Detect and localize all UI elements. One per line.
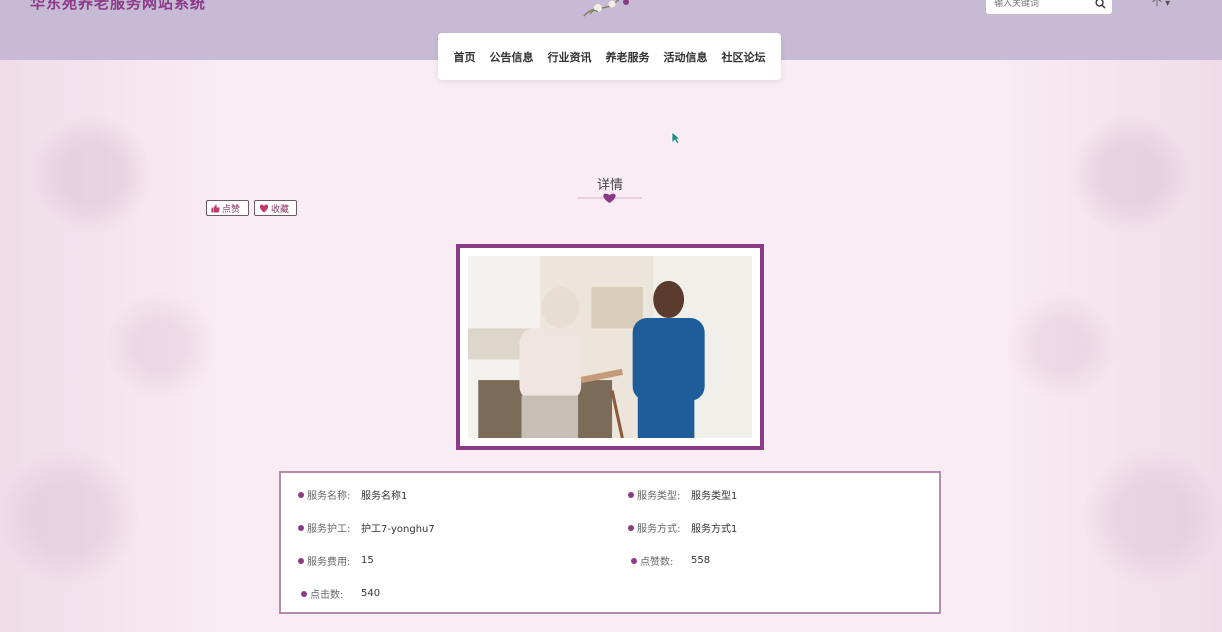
- favorite-button[interactable]: 收藏: [254, 200, 297, 216]
- floral-background-right: [992, 60, 1222, 632]
- search-box: [986, 0, 1112, 14]
- detail-value: 服务名称1: [361, 491, 408, 502]
- cursor-icon: [671, 131, 681, 145]
- site-title: 华东苑养老服务网站系统: [30, 0, 207, 12]
- detail-service-name: 服务名称: 服务名称1: [298, 487, 407, 502]
- bullet-icon: [298, 491, 304, 498]
- service-image-frame: [456, 244, 764, 450]
- service-photo: [468, 256, 752, 439]
- like-button-label: 点赞: [222, 204, 241, 215]
- bullet-icon: [631, 557, 637, 564]
- detail-label: 点赞数:: [640, 557, 674, 568]
- search-icon[interactable]: [1095, 0, 1106, 9]
- nav-item-forum[interactable]: 社区论坛: [715, 49, 773, 65]
- heart-divider-icon: [577, 193, 642, 203]
- detail-clicks: 点击数: 540: [301, 586, 380, 601]
- nav-item-elderly-services[interactable]: 养老服务: [599, 49, 657, 65]
- thumbs-up-icon: [211, 203, 220, 213]
- nav-item-activities[interactable]: 活动信息: [657, 49, 715, 65]
- bullet-icon: [298, 524, 304, 531]
- like-button[interactable]: 点赞: [206, 200, 249, 216]
- bullet-icon: [298, 557, 304, 564]
- detail-label: 服务护工:: [307, 524, 351, 535]
- detail-label: 服务类型:: [637, 491, 681, 502]
- detail-value: 服务类型1: [691, 491, 738, 502]
- service-details-panel: 服务名称: 服务名称1 服务类型: 服务类型1 服务护工: 护工7-yonghu…: [279, 471, 941, 614]
- detail-value: 540: [361, 588, 381, 599]
- bullet-icon: [628, 491, 634, 498]
- nav-item-home[interactable]: 首页: [447, 49, 483, 65]
- floral-logo-icon[interactable]: [580, 0, 642, 20]
- detail-label: 服务名称:: [307, 491, 351, 502]
- detail-nurse: 服务护工: 护工7-yonghu7: [298, 520, 435, 535]
- detail-value: 服务方式1: [691, 524, 738, 535]
- favorite-button-label: 收藏: [271, 204, 290, 215]
- detail-label: 服务方式:: [637, 524, 681, 535]
- detail-service-method: 服务方式: 服务方式1: [628, 520, 737, 535]
- detail-label: 点击数:: [310, 590, 344, 601]
- user-menu[interactable]: 个 ▾: [1152, 0, 1170, 9]
- nav-item-announcements[interactable]: 公告信息: [483, 49, 541, 65]
- search-input[interactable]: [992, 0, 1092, 10]
- detail-fee: 服务费用: 15: [298, 553, 374, 568]
- floral-background-left: [0, 60, 230, 632]
- heart-icon: [259, 204, 269, 212]
- main-nav: 首页 公告信息 行业资讯 养老服务 活动信息 社区论坛: [438, 33, 781, 80]
- detail-value: 护工7-yonghu7: [361, 524, 435, 535]
- detail-value: 558: [691, 555, 711, 566]
- nav-item-industry-news[interactable]: 行业资讯: [541, 49, 599, 65]
- detail-likes: 点赞数: 558: [631, 553, 710, 568]
- detail-label: 服务费用:: [307, 557, 351, 568]
- detail-service-type: 服务类型: 服务类型1: [628, 487, 737, 502]
- bullet-icon: [301, 590, 307, 597]
- detail-value: 15: [361, 555, 374, 566]
- bullet-icon: [628, 524, 634, 531]
